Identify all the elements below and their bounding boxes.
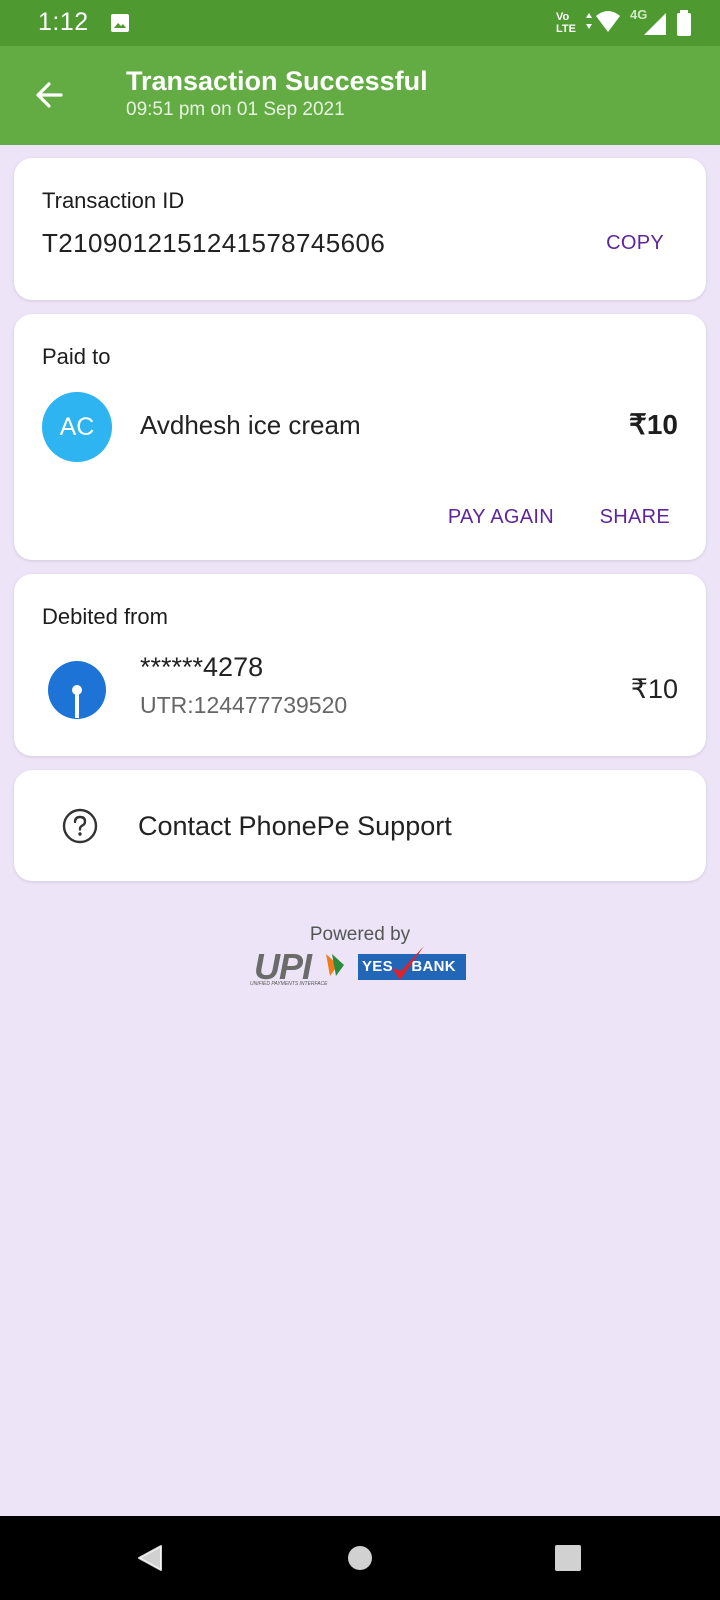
upi-logo: UPI UNIFIED PAYMENTS INTERFACE	[250, 946, 348, 990]
debited-from-card: Debited from ******4278 UTR:124477739520…	[14, 574, 706, 756]
image-notification-icon	[111, 14, 129, 32]
status-bar: 1:12 Vo LTE 4G	[0, 0, 720, 46]
transaction-id-value: T2109012151241578745606	[42, 228, 386, 258]
back-button[interactable]	[26, 72, 72, 118]
circle-home-icon	[348, 1546, 372, 1570]
payee-avatar: AC	[42, 392, 112, 462]
paid-amount: ₹10	[629, 409, 678, 440]
paid-to-label: Paid to	[42, 344, 111, 369]
wifi-icon	[586, 11, 620, 32]
contact-support-button[interactable]: Contact PhonePe Support	[14, 770, 706, 881]
sbi-logo-icon	[48, 661, 106, 719]
upi-arrow-icon	[326, 954, 344, 976]
yes-bank-logo: YES BANK	[358, 946, 466, 980]
status-time: 1:12	[38, 8, 89, 36]
volte-indicator: Vo LTE	[556, 11, 576, 35]
app-bar: Transaction Successful 09:51 pm on 01 Se…	[0, 46, 720, 145]
payee-name: Avdhesh ice cream	[140, 410, 361, 440]
share-button[interactable]: SHARE	[600, 506, 670, 529]
transaction-timestamp: 09:51 pm on 01 Sep 2021	[126, 99, 345, 120]
square-recents-icon	[555, 1545, 581, 1571]
battery-icon	[677, 10, 691, 36]
question-circle-icon	[62, 808, 98, 844]
pay-again-button[interactable]: PAY AGAIN	[448, 506, 554, 529]
debited-amount: ₹10	[630, 674, 678, 704]
copy-button[interactable]: COPY	[606, 232, 664, 255]
triangle-back-icon	[138, 1545, 162, 1571]
utr-number: UTR:124477739520	[140, 692, 348, 718]
cell-signal: 4G	[628, 7, 668, 37]
nav-recents-button[interactable]	[548, 1538, 588, 1578]
arrow-left-icon	[36, 82, 63, 108]
powered-by-label: Powered by	[309, 924, 411, 945]
yes-bank-tick-icon	[392, 946, 424, 980]
nav-home-button[interactable]	[340, 1538, 380, 1578]
transaction-id-label: Transaction ID	[42, 188, 185, 213]
partner-logos: UPI UNIFIED PAYMENTS INTERFACE YES BANK	[250, 946, 470, 990]
debited-from-label: Debited from	[42, 604, 168, 629]
nav-back-button[interactable]	[130, 1538, 170, 1578]
cell-signal-icon	[644, 13, 666, 35]
paid-to-card: Paid to AC Avdhesh ice cream ₹10 PAY AGA…	[14, 314, 706, 560]
page-title: Transaction Successful	[126, 66, 428, 96]
account-number: ******4278	[140, 652, 264, 682]
transaction-id-card: Transaction ID T2109012151241578745606 C…	[14, 158, 706, 300]
system-nav-bar	[0, 1516, 720, 1600]
contact-support-label: Contact PhonePe Support	[138, 811, 452, 841]
status-indicators: Vo LTE 4G	[556, 6, 694, 40]
